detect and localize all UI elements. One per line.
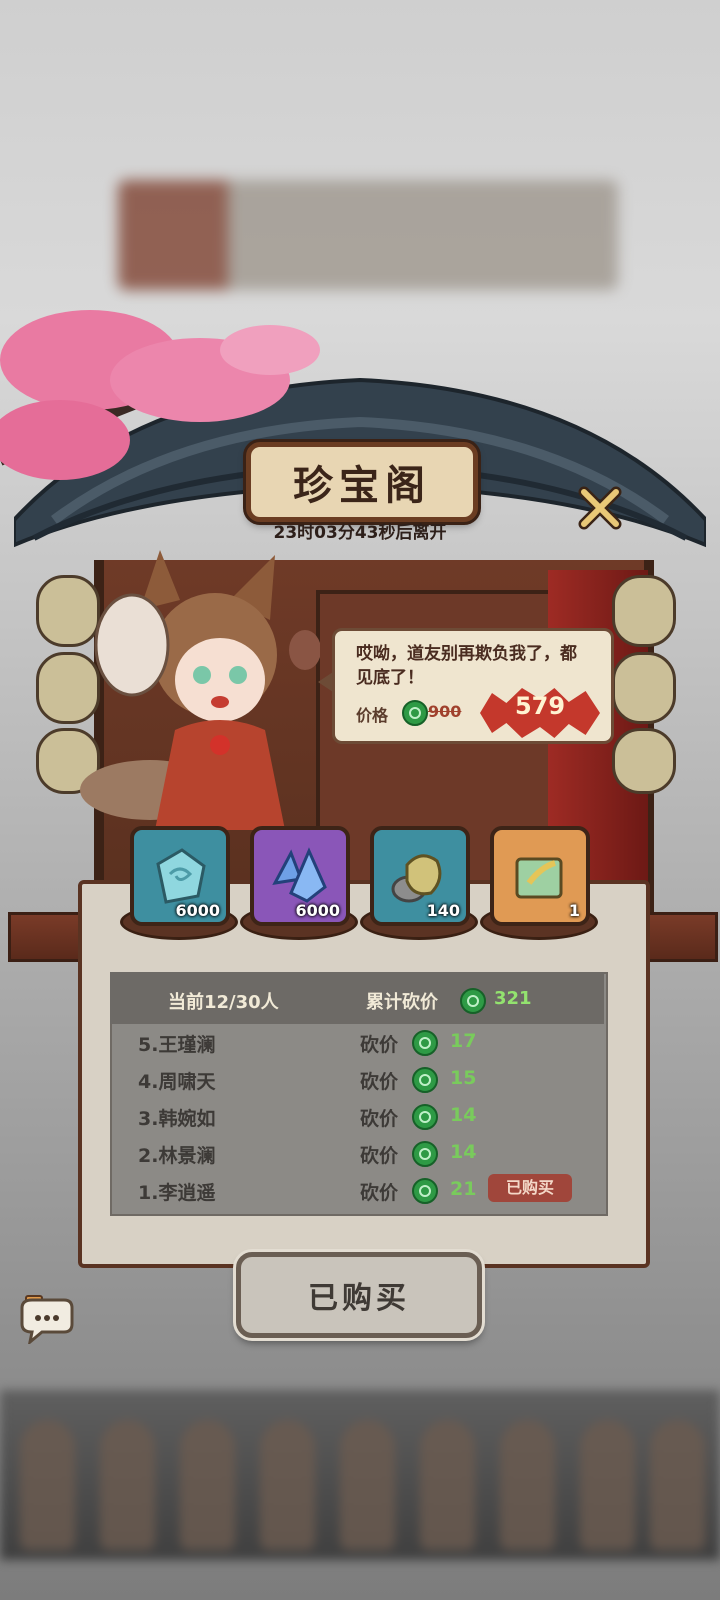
chat-button[interactable]: [16, 1290, 74, 1346]
item-quantity: 1: [568, 901, 580, 920]
gold-ore-icon: [391, 854, 442, 903]
lantern-icon: [612, 728, 676, 794]
original-price: 900: [428, 702, 462, 721]
lantern-icon: [612, 652, 676, 724]
total-bargain-label: 累计砍价: [366, 992, 438, 1013]
item-quantity: 6000: [295, 901, 340, 920]
bargain-player-name: 4.周啸天: [138, 1071, 216, 1093]
bargain-amount: 21: [450, 1178, 477, 1200]
bargain-row: 3.韩婉如 砍价 14: [138, 1100, 588, 1132]
bargain-amount: 14: [450, 1104, 477, 1126]
bargain-player-name: 3.韩婉如: [138, 1108, 216, 1130]
jade-currency-icon: [460, 988, 486, 1014]
bargain-amount: 15: [450, 1067, 477, 1089]
item-slot-jade-stone[interactable]: 6000: [130, 826, 230, 926]
jade-currency-icon: [412, 1141, 438, 1167]
bargain-player-name: 1.李逍遥: [138, 1182, 216, 1204]
fox-girl-merchant: [80, 550, 320, 830]
bought-button-label: 已购买: [308, 1281, 410, 1316]
bargain-label: 砍价: [360, 1034, 399, 1056]
item-slot-gold-ore[interactable]: 140: [370, 826, 470, 926]
jade-currency-icon: [412, 1067, 438, 1093]
current-people-count: 当前12/30人: [168, 992, 279, 1013]
jade-currency-icon: [412, 1104, 438, 1130]
bargain-amount: 14: [450, 1141, 477, 1163]
bargain-row: 1.李逍遥 砍价 21 已购买: [138, 1174, 588, 1206]
price-label: 价格: [356, 706, 389, 725]
background-characters: [0, 1390, 720, 1560]
bargain-amount: 17: [450, 1030, 477, 1052]
bargain-label: 砍价: [360, 1145, 399, 1167]
item-quantity: 140: [426, 901, 460, 920]
discounted-price: 579: [514, 692, 566, 720]
background-banner: [118, 180, 618, 290]
bargain-label: 砍价: [360, 1108, 399, 1130]
bargain-label: 砍价: [360, 1071, 399, 1093]
bargain-label: 砍价: [360, 1182, 399, 1204]
jade-currency-icon: [402, 700, 428, 726]
jade-currency-icon: [412, 1178, 438, 1204]
item-slot-blue-crystal[interactable]: 6000: [250, 826, 350, 926]
bargain-player-name: 2.林景澜: [138, 1145, 216, 1167]
golden-scroll-icon: [515, 857, 563, 899]
item-quantity: 6000: [175, 901, 220, 920]
bought-button[interactable]: 已购买: [236, 1252, 482, 1338]
total-bargain-value: 321: [494, 988, 532, 1009]
jade-currency-icon: [412, 1030, 438, 1056]
bargain-player-name: 5.王瑾澜: [138, 1034, 216, 1056]
shop-title-plaque: 珍宝阁: [246, 442, 478, 522]
purchased-badge: 已购买: [488, 1174, 572, 1202]
item-slot-golden-scroll[interactable]: 1: [490, 826, 590, 926]
dialog-text: 哎呦，道友别再欺负我了，都见底了！: [356, 644, 577, 688]
chat-icon: [20, 1295, 74, 1346]
bargain-row: 5.王瑾澜 砍价 17: [138, 1026, 588, 1058]
close-icon: [578, 486, 622, 530]
bargain-row: 4.周啸天 砍价 15: [138, 1063, 588, 1095]
bargain-row: 2.林景澜 砍价 14: [138, 1137, 588, 1169]
close-button[interactable]: [572, 482, 628, 534]
blue-crystal-icon: [272, 847, 327, 903]
shop-title: 珍宝阁: [293, 462, 431, 509]
jade-stone-icon: [156, 848, 206, 904]
